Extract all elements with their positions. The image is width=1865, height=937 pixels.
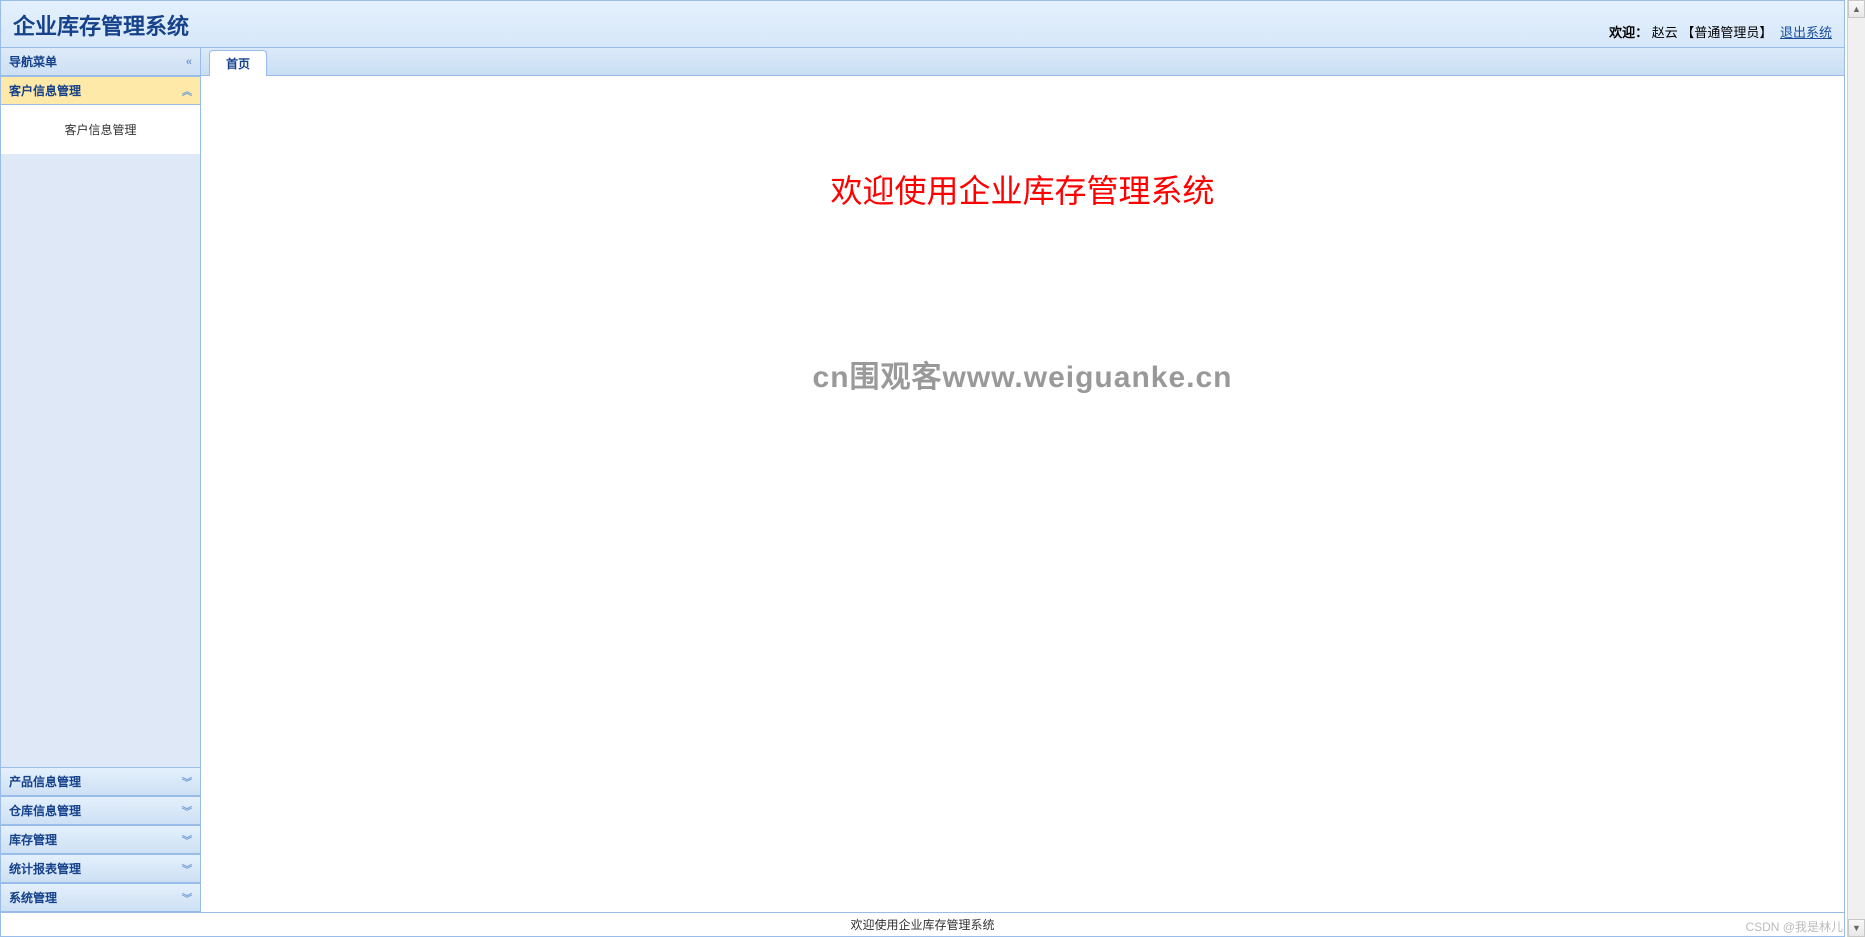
nav-section-label: 客户信息管理 [9, 82, 81, 99]
nav-item-customer-info[interactable]: 客户信息管理 [1, 115, 200, 144]
header: 企业库存管理系统 欢迎： 赵云 【普通管理员】 退出系统 [1, 1, 1844, 48]
chevron-down-icon: ︾ [182, 890, 192, 905]
nav-section-label: 统计报表管理 [9, 860, 81, 877]
chevron-down-icon: ︾ [182, 832, 192, 847]
nav-section-product[interactable]: 产品信息管理 ︾ [1, 767, 200, 796]
tab-content-home: 欢迎使用企业库存管理系统 cn围观客www.weiguanke.cn [201, 76, 1844, 912]
nav-accordion: 客户信息管理 ︽ 客户信息管理 产品信息管理 ︾ 仓库信息管理 ︾ [1, 76, 200, 912]
vertical-scrollbar[interactable]: ▲ ▼ [1847, 0, 1865, 937]
app-title: 企业库存管理系统 [13, 9, 1832, 41]
header-user-info: 欢迎： 赵云 【普通管理员】 退出系统 [1609, 22, 1832, 41]
nav-section-system[interactable]: 系统管理 ︾ [1, 883, 200, 912]
chevron-up-icon: ︽ [182, 83, 192, 98]
footer: 欢迎使用企业库存管理系统 [1, 912, 1844, 936]
nav-section-warehouse[interactable]: 仓库信息管理 ︾ [1, 796, 200, 825]
nav-section-customer[interactable]: 客户信息管理 ︽ [1, 76, 200, 105]
nav-section-label: 仓库信息管理 [9, 802, 81, 819]
welcome-label: 欢迎： [1609, 25, 1648, 40]
sidebar-title-bar[interactable]: 导航菜单 « [1, 48, 200, 76]
nav-section-customer-content: 客户信息管理 [1, 105, 200, 154]
csdn-credit: CSDN @我是林儿 [1745, 918, 1843, 935]
scroll-up-button[interactable]: ▲ [1848, 0, 1865, 18]
main-area: 首页 欢迎使用企业库存管理系统 cn围观客www.weiguanke.cn [201, 48, 1844, 912]
chevron-down-icon: ︾ [182, 861, 192, 876]
nav-section-label: 系统管理 [9, 889, 57, 906]
nav-section-label: 产品信息管理 [9, 773, 81, 790]
app-container: 企业库存管理系统 欢迎： 赵云 【普通管理员】 退出系统 导航菜单 « 客户信息… [0, 0, 1845, 937]
chevron-down-icon: ︾ [182, 803, 192, 818]
chevron-down-icon: ︾ [182, 774, 192, 789]
tab-home[interactable]: 首页 [209, 50, 267, 76]
footer-text: 欢迎使用企业库存管理系统 [850, 918, 994, 932]
nav-section-inventory[interactable]: 库存管理 ︾ [1, 825, 200, 854]
collapse-sidebar-icon[interactable]: « [186, 56, 192, 68]
user-role: 【普通管理员】 [1681, 25, 1772, 40]
nav-section-label: 库存管理 [9, 831, 57, 848]
sidebar-title-label: 导航菜单 [9, 53, 57, 70]
watermark-text: cn围观客www.weiguanke.cn [201, 352, 1844, 396]
scroll-down-button[interactable]: ▼ [1848, 919, 1865, 937]
user-name: 赵云 [1652, 25, 1678, 40]
logout-link[interactable]: 退出系统 [1780, 25, 1832, 40]
body: 导航菜单 « 客户信息管理 ︽ 客户信息管理 产品信息管理 ︾ [1, 48, 1844, 912]
nav-section-reports[interactable]: 统计报表管理 ︾ [1, 854, 200, 883]
scroll-track[interactable] [1848, 18, 1865, 919]
sidebar: 导航菜单 « 客户信息管理 ︽ 客户信息管理 产品信息管理 ︾ [1, 48, 201, 912]
welcome-heading: 欢迎使用企业库存管理系统 [201, 166, 1844, 212]
tabs-bar: 首页 [201, 48, 1844, 76]
